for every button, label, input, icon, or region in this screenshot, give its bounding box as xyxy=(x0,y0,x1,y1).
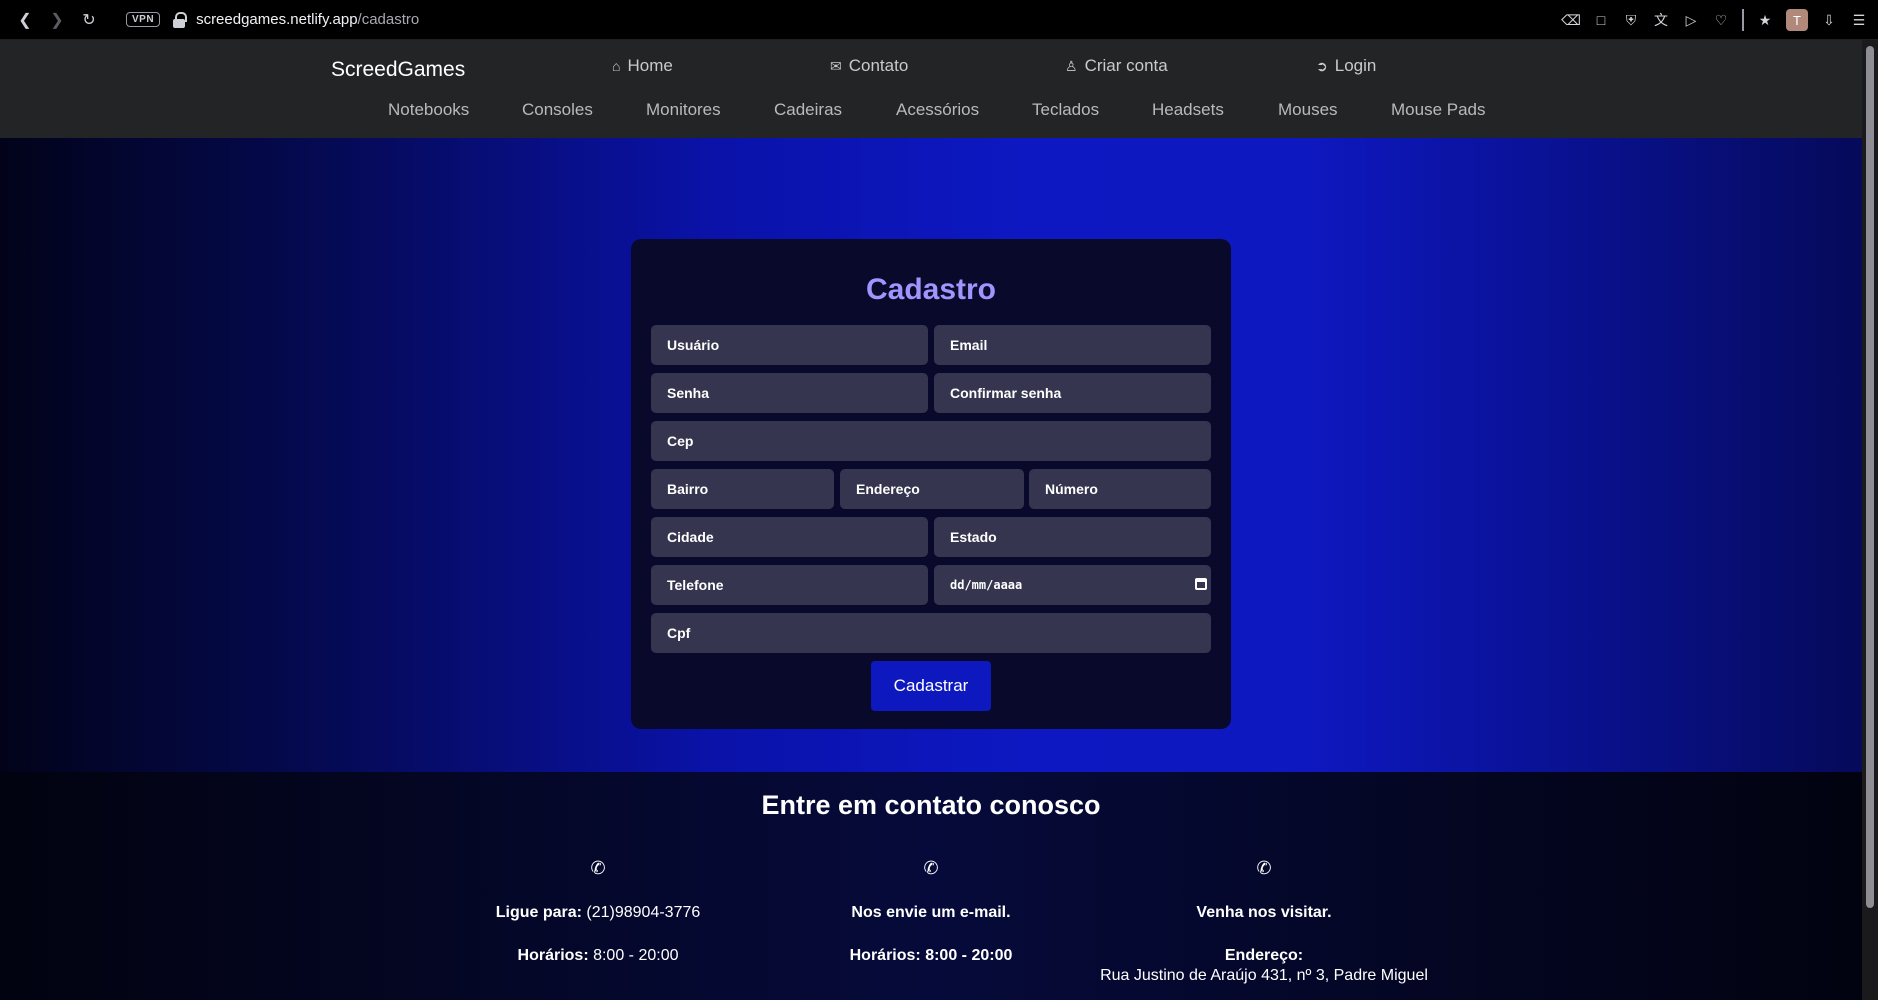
phone-hours-value: 8:00 - 20:00 xyxy=(588,947,679,964)
reload-icon[interactable]: ↻ xyxy=(76,7,102,33)
footer-title: Entre em contato conosco xyxy=(761,790,1101,820)
usuario-field[interactable]: Usuário xyxy=(651,325,928,365)
phone-line: Ligue para: (21)98904-3776 xyxy=(418,904,778,922)
download-icon[interactable]: ⇩ xyxy=(1820,11,1838,29)
back-icon[interactable]: ❮ xyxy=(12,7,38,33)
menu-icon[interactable]: ☰ xyxy=(1850,11,1868,29)
vpn-badge[interactable]: VPN xyxy=(126,12,161,27)
mail-icon: ✉ xyxy=(830,57,842,74)
email-hours: Horários: 8:00 - 20:00 xyxy=(751,947,1111,965)
browser-toolbar: ❮ ❯ ↻ VPN screedgames.netlify.app/cadast… xyxy=(0,0,1878,40)
scrollbar-thumb[interactable] xyxy=(1866,46,1874,908)
email-label: Nos envie um e-mail. xyxy=(851,904,1011,921)
cadastrar-button[interactable]: Cadastrar xyxy=(871,661,991,711)
category-teclados[interactable]: Teclados xyxy=(1032,100,1099,120)
url-domain: screedgames.netlify.app xyxy=(196,11,358,28)
url-path: /cadastro xyxy=(357,11,420,28)
email-line: Nos envie um e-mail. xyxy=(751,904,1111,922)
estado-field[interactable]: Estado xyxy=(934,517,1211,557)
category-acessorios[interactable]: Acessórios xyxy=(896,100,979,120)
screenshot-icon[interactable]: □ xyxy=(1592,11,1610,29)
cpf-field[interactable]: Cpf xyxy=(651,613,1211,653)
pin-icon[interactable]: ⌫ xyxy=(1561,11,1581,29)
category-cadeiras[interactable]: Cadeiras xyxy=(774,100,842,120)
nav-contato-label: Contato xyxy=(848,56,909,75)
bairro-field[interactable]: Bairro xyxy=(651,469,834,509)
phone-icon: ✆ xyxy=(590,858,606,878)
contact-phone-column: ✆ Ligue para: (21)98904-3776 Horários: 8… xyxy=(418,858,778,965)
address-label: Endereço: xyxy=(1224,947,1304,964)
contact-email-column: ✆ Nos envie um e-mail. Horários: 8:00 - … xyxy=(751,858,1111,965)
forward-icon[interactable]: ❯ xyxy=(44,7,70,33)
phone-number[interactable]: (21)98904-3776 xyxy=(582,904,700,921)
browser-actions: ⌫ □ ⛨ 文 ▷ ♡ ★ T ⇩ ☰ xyxy=(1561,0,1868,40)
phone-label: Ligue para: xyxy=(495,904,582,921)
toolbar-divider xyxy=(1742,9,1744,31)
cidade-field[interactable]: Cidade xyxy=(651,517,928,557)
heart-icon[interactable]: ♡ xyxy=(1712,11,1730,29)
calendar-icon[interactable] xyxy=(1195,578,1207,590)
email-hours-label: Horários: 8:00 - 20:00 xyxy=(849,947,1013,964)
address-text: Rua Justino de Araújo 431, nº 3, Padre M… xyxy=(1100,967,1428,984)
nav-home-label: Home xyxy=(627,56,673,75)
category-headsets[interactable]: Headsets xyxy=(1152,100,1224,120)
category-mouse-pads[interactable]: Mouse Pads xyxy=(1391,100,1486,120)
category-monitores[interactable]: Monitores xyxy=(646,100,721,120)
hero-section: Cadastro Usuário Email Senha Confirmar s… xyxy=(0,138,1862,772)
translate-icon[interactable]: 文 xyxy=(1652,11,1670,29)
nav-contato[interactable]: ✉ Contato xyxy=(830,56,908,76)
telefone-field[interactable]: Telefone xyxy=(651,565,928,605)
birthdate-placeholder: dd/mm/aaaa xyxy=(950,578,1023,592)
site-header: ScreedGames ⌂ Home ✉ Contato ♙ Criar con… xyxy=(0,40,1862,138)
endereco-field[interactable]: Endereço xyxy=(840,469,1024,509)
person-icon: ♙ xyxy=(1065,57,1078,74)
profile-avatar[interactable]: T xyxy=(1786,9,1808,31)
nav-login[interactable]: ➲ Login xyxy=(1316,56,1376,76)
nav-criar-conta[interactable]: ♙ Criar conta xyxy=(1065,56,1168,76)
contact-visit-column: ✆ Venha nos visitar. Endereço: Rua Justi… xyxy=(1084,858,1444,985)
visit-label: Venha nos visitar. xyxy=(1196,904,1332,921)
senha-field[interactable]: Senha xyxy=(651,373,928,413)
contact-footer: Entre em contato conosco ✆ Ligue para: (… xyxy=(0,772,1862,1000)
numero-field[interactable]: Número xyxy=(1029,469,1211,509)
address-heading: Endereço: xyxy=(1084,947,1444,965)
page-scrollbar[interactable] xyxy=(1862,40,1878,1000)
address-bar[interactable]: screedgames.netlify.app/cadastro xyxy=(196,11,419,28)
confirmar-senha-field[interactable]: Confirmar senha xyxy=(934,373,1211,413)
birthdate-field[interactable]: dd/mm/aaaa xyxy=(934,565,1211,605)
phone-hours-label: Horários: xyxy=(517,947,589,964)
nav-criar-conta-label: Criar conta xyxy=(1084,56,1168,75)
email-field[interactable]: Email xyxy=(934,325,1211,365)
registration-form: Cadastro Usuário Email Senha Confirmar s… xyxy=(631,239,1231,729)
send-icon[interactable]: ▷ xyxy=(1682,11,1700,29)
form-title: Cadastro xyxy=(865,273,997,306)
home-icon: ⌂ xyxy=(612,58,621,74)
brand-logo[interactable]: ScreedGames xyxy=(331,58,465,82)
cep-field[interactable]: Cep xyxy=(651,421,1211,461)
lock-icon[interactable] xyxy=(172,11,188,28)
category-notebooks[interactable]: Notebooks xyxy=(388,100,469,120)
extensions-icon[interactable]: ★ xyxy=(1756,11,1774,29)
category-mouses[interactable]: Mouses xyxy=(1278,100,1338,120)
shield-icon[interactable]: ⛨ xyxy=(1622,11,1640,29)
visit-line: Venha nos visitar. xyxy=(1084,904,1444,922)
nav-login-label: Login xyxy=(1334,56,1377,75)
phone-icon: ✆ xyxy=(923,858,939,878)
category-consoles[interactable]: Consoles xyxy=(522,100,593,120)
phone-hours: Horários: 8:00 - 20:00 xyxy=(418,947,778,965)
phone-icon: ✆ xyxy=(1256,858,1272,878)
login-icon: ➲ xyxy=(1316,57,1328,74)
nav-home[interactable]: ⌂ Home xyxy=(612,56,673,76)
